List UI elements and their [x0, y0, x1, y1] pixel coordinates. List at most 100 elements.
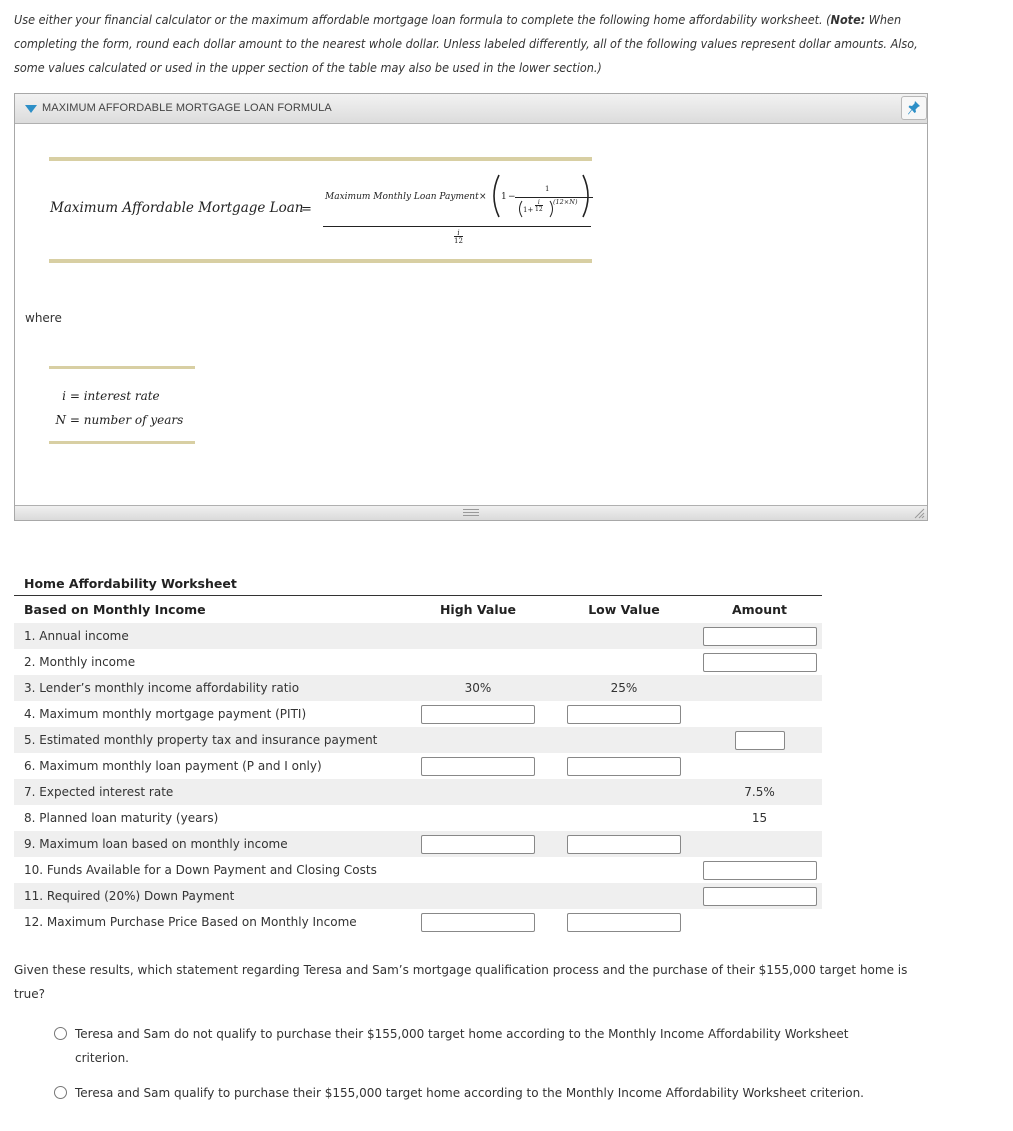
worksheet-row: 12. Maximum Purchase Price Based on Mont… [14, 909, 822, 935]
radio-button[interactable] [54, 1027, 67, 1040]
header-high-value: High Value [405, 595, 551, 623]
amount-cell: 15 [751, 811, 768, 825]
numerator-term: Maximum Monthly Loan Payment [325, 192, 479, 202]
drag-handle-icon[interactable] [463, 509, 479, 518]
high-value-cell-input[interactable] [421, 756, 535, 776]
high-value-cell [405, 649, 551, 675]
instructions-text: Use either your financial calculator or … [14, 12, 831, 27]
row-label: 9. Maximum loan based on monthly income [14, 831, 405, 857]
formula-equals: = [301, 202, 312, 217]
low-value-cell [551, 753, 697, 779]
low-value-cell: 25% [551, 675, 697, 701]
collapse-triangle-icon[interactable] [25, 105, 37, 113]
affordability-worksheet: Based on Monthly Income High Value Low V… [14, 595, 822, 935]
row-label: 5. Estimated monthly property tax and in… [14, 727, 405, 753]
worksheet-row: 4. Maximum monthly mortgage payment (PIT… [14, 701, 822, 727]
row-label: 8. Planned loan maturity (years) [24, 811, 219, 825]
low-value-cell-input[interactable] [567, 704, 681, 724]
worksheet-row: 7. Expected interest rate 7.5% [14, 779, 822, 805]
worksheet-row: 9. Maximum loan based on monthly income [14, 831, 822, 857]
worksheet-row: 6. Maximum monthly loan payment (P and I… [14, 753, 822, 779]
header-low-value: Low Value [551, 595, 697, 623]
worksheet-row: 8. Planned loan maturity (years) 15 [14, 805, 822, 831]
exponent: (12×N) [553, 198, 578, 206]
amount-cell [697, 649, 822, 675]
formula-lhs: Maximum Affordable Mortgage Loan [50, 200, 304, 216]
answer-option-label[interactable]: Teresa and Sam do not qualify to purchas… [75, 1022, 874, 1070]
low-value-cell [551, 649, 697, 675]
formula-panel-header[interactable]: MAXIMUM AFFORDABLE MORTGAGE LOAN FORMULA [15, 94, 927, 124]
amount-cell [697, 675, 822, 701]
radio-button[interactable] [54, 1086, 67, 1099]
high-value-cell [405, 753, 551, 779]
row-label: 2. Monthly income [24, 655, 136, 669]
high-value-cell [405, 701, 551, 727]
question-text: Given these results, which statement reg… [14, 963, 908, 1001]
low-value-cell-input[interactable] [567, 912, 681, 932]
twelve: 12 [535, 205, 543, 213]
definitions-bottom-rule [49, 441, 195, 444]
row-label: 3. Lender’s monthly income affordability… [14, 675, 405, 701]
answer-option-label[interactable]: Teresa and Sam qualify to purchase their… [75, 1081, 934, 1105]
times-sign: × [479, 192, 487, 202]
amount-cell-input[interactable] [702, 860, 817, 880]
high-value-cell-input[interactable] [421, 704, 535, 724]
def-meaning: number of years [83, 413, 184, 427]
where-label: where [25, 311, 62, 325]
amount-cell [697, 701, 822, 727]
worksheet-header-row: Based on Monthly Income High Value Low V… [14, 595, 822, 623]
right-paren-icon [582, 174, 589, 218]
high-value-cell [405, 623, 551, 649]
low-value-cell [551, 831, 697, 857]
high-value-cell [405, 727, 551, 753]
high-value-cell-input[interactable] [421, 834, 535, 854]
left-paren-icon [493, 174, 500, 218]
formula-denominator: i 12 [454, 229, 463, 245]
formula-numerator: Maximum Monthly Loan Payment × 1 − 1 1+ … [325, 154, 593, 218]
low-value-cell-input[interactable] [567, 834, 681, 854]
row-label: 12. Maximum Purchase Price Based on Mont… [24, 915, 357, 929]
pin-icon[interactable] [901, 96, 927, 120]
row-label: 6. Maximum monthly loan payment (P and I… [24, 759, 322, 773]
amount-cell-input[interactable] [702, 886, 817, 906]
main-fraction-bar [323, 226, 591, 227]
definitions-top-rule [49, 366, 195, 369]
high-value-cell [405, 831, 551, 857]
worksheet-row: 3. Lender’s monthly income affordability… [14, 675, 822, 701]
resize-handle-icon[interactable] [913, 507, 925, 519]
amount-cell-input[interactable] [734, 730, 785, 750]
formula-panel-footer [15, 505, 927, 520]
formula-panel: MAXIMUM AFFORDABLE MORTGAGE LOAN FORMULA… [14, 93, 928, 521]
row-label: 10. Funds Available for a Down Payment a… [24, 863, 377, 877]
worksheet-row: 11. Required (20%) Down Payment [14, 883, 822, 909]
low-value-cell [551, 883, 697, 909]
high-value-cell [405, 805, 551, 831]
amount-cell: 7.5% [697, 779, 822, 805]
high-value-cell: 30% [405, 675, 551, 701]
one: 1 [501, 192, 507, 202]
worksheet-row: 2. Monthly income [14, 649, 822, 675]
one-plus: 1+ [523, 206, 534, 214]
amount-cell-input[interactable] [702, 652, 817, 672]
answer-option-2[interactable]: Teresa and Sam qualify to purchase their… [54, 1081, 934, 1105]
note-label: Note: [830, 12, 866, 27]
worksheet-row: 5. Estimated monthly property tax and in… [14, 727, 822, 753]
low-value-cell [551, 805, 697, 831]
def-symbol: N [55, 413, 67, 427]
row-label: 4. Maximum monthly mortgage payment (PIT… [24, 707, 307, 721]
low-value-cell [551, 779, 697, 805]
amount-cell-input[interactable] [702, 626, 817, 646]
den-twelve: 12 [454, 236, 463, 245]
low-value-cell [551, 909, 697, 935]
answer-option-1[interactable]: Teresa and Sam do not qualify to purchas… [54, 1022, 874, 1070]
worksheet-row: 1. Annual income [14, 623, 822, 649]
amount-cell [697, 883, 822, 909]
header-label: Based on Monthly Income [14, 595, 405, 623]
low-value-cell [551, 623, 697, 649]
instructions: Use either your financial calculator or … [14, 8, 944, 80]
low-value-cell-input[interactable] [567, 756, 681, 776]
high-value-cell-input[interactable] [421, 912, 535, 932]
formula-panel-title: MAXIMUM AFFORDABLE MORTGAGE LOAN FORMULA [42, 102, 332, 114]
amount-cell [697, 857, 822, 883]
def-eq: = [69, 389, 80, 403]
